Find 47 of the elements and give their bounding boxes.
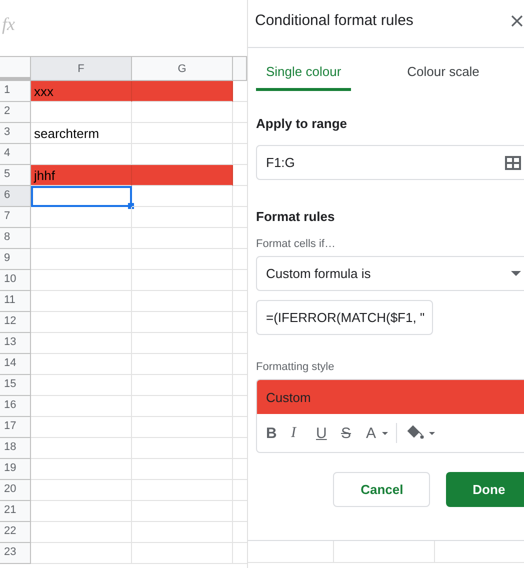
row-header[interactable]: 15 — [0, 375, 31, 396]
text-color-button[interactable]: A — [366, 424, 382, 442]
row-header[interactable]: 23 — [0, 543, 31, 564]
section-heading: Apply to range — [256, 116, 348, 131]
section-heading: Format rules — [256, 209, 336, 224]
underline-button[interactable]: U — [316, 424, 341, 442]
row-header[interactable]: 11 — [0, 291, 31, 312]
row-header[interactable]: 22 — [0, 522, 31, 543]
row-header[interactable]: 14 — [0, 354, 31, 375]
row-header[interactable]: 2 — [0, 102, 31, 123]
row-header[interactable]: 1 — [0, 81, 31, 102]
bold-button[interactable]: B — [266, 424, 291, 442]
row-header[interactable]: 4 — [0, 144, 31, 165]
column-header[interactable]: G — [132, 57, 233, 81]
column-header[interactable]: F — [31, 57, 132, 81]
panel-title: Conditional format rules — [255, 12, 414, 29]
row-header[interactable]: 6 — [0, 186, 31, 207]
tab[interactable]: Colour scale — [397, 54, 490, 91]
row-header[interactable]: 3 — [0, 123, 31, 144]
row-header[interactable]: 5 — [0, 165, 31, 186]
row-header[interactable]: 9 — [0, 249, 31, 270]
italic-button[interactable]: I — [291, 424, 316, 442]
table-cell: jhhf — [31, 165, 132, 186]
row-header[interactable]: 18 — [0, 438, 31, 459]
row-header[interactable]: 13 — [0, 333, 31, 354]
row-header[interactable]: 20 — [0, 480, 31, 501]
row-header[interactable]: 21 — [0, 501, 31, 522]
done-button[interactable]: Done — [446, 472, 524, 507]
style-preview: Custom — [257, 380, 524, 414]
row-header[interactable]: 12 — [0, 312, 31, 333]
function-label: fx — [2, 14, 15, 34]
tab[interactable]: Single colour — [256, 54, 352, 91]
field-label: Formatting style — [256, 361, 336, 373]
range-field[interactable]: F1:G — [256, 145, 524, 180]
row-header[interactable]: 19 — [0, 459, 31, 480]
condition-dropdown[interactable]: Custom formula is — [256, 256, 524, 291]
strikethrough-button[interactable]: S — [341, 424, 366, 442]
row-header[interactable]: 8 — [0, 228, 31, 249]
row-header[interactable]: 16 — [0, 396, 31, 417]
row-header[interactable]: 10 — [0, 270, 31, 291]
table-cell: searchterm — [31, 123, 132, 144]
row-header[interactable]: 17 — [0, 417, 31, 438]
field-label: Format cells if… — [256, 238, 336, 250]
table-cell: xxx — [31, 81, 132, 102]
row-header[interactable]: 7 — [0, 207, 31, 228]
formula-field[interactable]: =(IFERROR(MATCH($F1, " — [256, 300, 433, 335]
cancel-button[interactable]: Cancel — [333, 472, 430, 507]
